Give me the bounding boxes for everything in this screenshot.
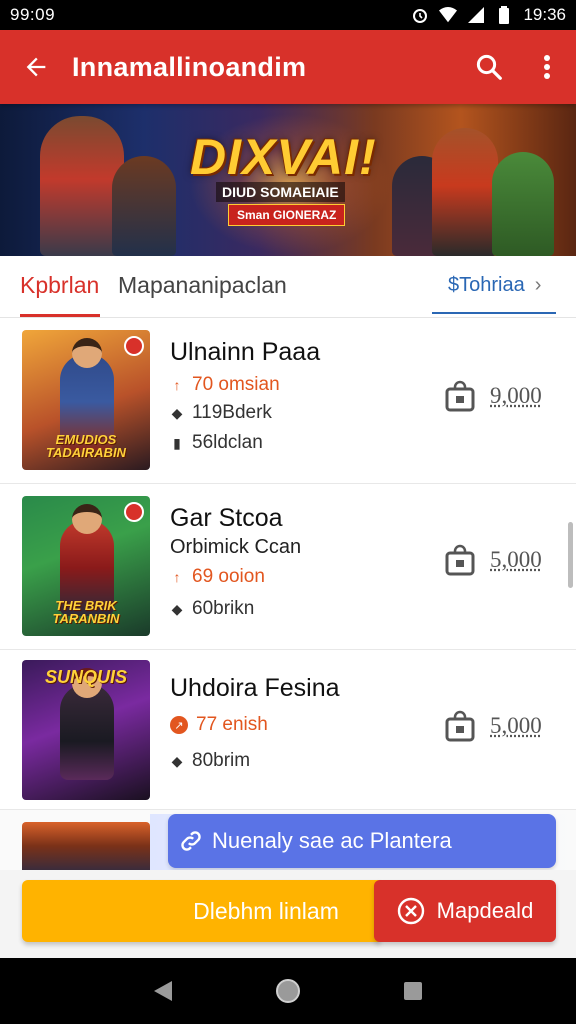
more-vert-icon <box>544 55 550 79</box>
item-meta-text: 80brim <box>192 750 251 771</box>
tab-bar: Kpbrlan Mapananipaclan $Tohriaa › <box>0 256 576 318</box>
system-nav-bar <box>0 958 576 1024</box>
search-button[interactable] <box>460 30 518 104</box>
status-time: 99:09 <box>10 5 56 24</box>
doc-icon: ▮ <box>173 434 181 451</box>
status-clock-right: 19:36 <box>523 5 566 24</box>
back-button[interactable] <box>0 30 72 104</box>
tab-second[interactable]: Mapananipaclan <box>118 272 287 299</box>
item-meta-text: 119Bderk <box>192 402 272 423</box>
list-item[interactable]: THE BRIK TARANBIN Gar Stcoa Orbimick Cca… <box>0 484 576 650</box>
tab-link-label: $Tohriaa <box>448 274 525 296</box>
tab-indicator <box>20 314 100 317</box>
banner-hero-figure <box>432 128 498 256</box>
item-meta: ◆ 60brikn <box>170 598 255 620</box>
nav-home-button[interactable] <box>268 971 308 1011</box>
game-thumbnail: SUNQUIS <box>22 660 150 800</box>
game-thumbnail: THE BRIK TARANBIN <box>22 496 150 636</box>
tab-link[interactable]: $Tohriaa › <box>432 274 556 314</box>
more-menu-button[interactable] <box>518 30 576 104</box>
banner-title: DIXVAI! <box>190 129 377 185</box>
nav-recents-button[interactable] <box>393 971 433 1011</box>
price-block: 5,000 <box>444 710 542 742</box>
bottom-actions: Dlebhm linlam Mapdeald <box>0 870 576 958</box>
flame-icon: ↑ <box>173 377 181 393</box>
item-hot-text: 69 ooion <box>192 566 265 587</box>
item-meta-text: 60brikn <box>192 598 255 619</box>
home-circle-icon <box>275 979 300 1003</box>
item-price: 9,000 <box>490 383 542 408</box>
shopping-bag-icon <box>445 380 475 412</box>
nav-back-button[interactable] <box>143 971 183 1011</box>
item-hot-text: 70 omsian <box>192 374 280 395</box>
app-title: Innamallinoandim <box>72 51 307 82</box>
price-block: 9,000 <box>444 380 542 412</box>
link-icon <box>181 831 201 851</box>
tab-active[interactable]: Kpbrlan <box>20 272 99 299</box>
battery-icon <box>495 6 513 24</box>
alarm-icon <box>411 6 429 24</box>
primary-action-label: Dlebhm linlam <box>193 897 339 924</box>
promo-thumbnail <box>22 822 150 870</box>
item-subtitle: Orbimick Ccan <box>170 536 302 558</box>
secondary-action-label: Mapdeald <box>436 898 534 923</box>
thumbnail-caption: SUNQUIS <box>44 667 127 687</box>
wifi-icon <box>439 6 458 24</box>
banner-badge: Sman GIONERAZ <box>228 204 346 226</box>
signal-icon <box>467 6 485 24</box>
hero-banner[interactable]: DIXVAI! DIUD SOMAEIAIE Sman GIONERAZ <box>0 104 576 256</box>
item-title: Gar Stcoa <box>170 504 283 532</box>
secondary-action-button[interactable]: Mapdeald <box>374 880 556 942</box>
price-block: 5,000 <box>444 544 542 576</box>
item-price: 5,000 <box>490 713 542 738</box>
flame-icon: ↑ <box>173 569 181 585</box>
recents-square-icon <box>404 982 423 1000</box>
tag-icon: ◆ <box>171 752 183 769</box>
search-icon <box>476 54 502 80</box>
status-bar: 99:09 19:36 <box>0 0 576 30</box>
thumbnail-caption: THE BRIK TARANBIN <box>52 597 120 627</box>
item-price: 5,000 <box>490 547 542 572</box>
item-hot-count: ↑ 69 ooion <box>170 566 265 588</box>
cancel-circle-icon <box>397 897 424 925</box>
banner-tag: DIUD SOMAEIAIE <box>216 182 345 202</box>
promo-button[interactable]: Nuenaly sae ac Plantera <box>168 814 556 868</box>
item-title: Uhdoira Fesina <box>170 674 340 702</box>
item-hot-count: ↑ 70 omsian <box>170 374 280 396</box>
banner-hero-figure <box>112 156 176 256</box>
app-bar: Innamallinoandim <box>0 30 576 104</box>
list-item[interactable]: SUNQUIS Uhdoira Fesina ↗ 77 enish ◆ 80br… <box>0 650 576 810</box>
thumbnail-caption: EMUDIOS TADAIRABIN <box>46 431 126 461</box>
screen: 99:09 19:36 Innamallinoandim DIXVAI! DIU… <box>0 0 576 1024</box>
item-hot-text: 77 enish <box>196 714 268 735</box>
tag-icon: ◆ <box>171 404 183 421</box>
banner-hero-figure <box>492 152 554 256</box>
item-meta: ◆ 119Bderk <box>170 402 272 424</box>
primary-action-button[interactable]: Dlebhm linlam <box>22 880 380 942</box>
item-meta-text: 56ldclan <box>192 432 263 453</box>
status-icons: 19:36 <box>411 5 566 25</box>
item-hot-count: ↗ 77 enish <box>170 714 268 736</box>
list-item[interactable]: EMUDIOS TADAIRABIN Ulnainn Paaa ↑ 70 oms… <box>0 318 576 484</box>
shopping-bag-icon <box>445 710 475 742</box>
flame-icon: ↗ <box>170 716 188 734</box>
chevron-right-icon: › <box>534 274 542 296</box>
game-thumbnail: EMUDIOS TADAIRABIN <box>22 330 150 470</box>
item-meta: ▮ 56ldclan <box>170 432 263 454</box>
arrow-left-icon <box>26 57 46 77</box>
scrollbar[interactable] <box>568 522 573 588</box>
tag-icon: ◆ <box>171 600 183 617</box>
promo-label: Nuenaly sae ac Plantera <box>212 828 452 853</box>
shopping-bag-icon <box>445 544 475 576</box>
item-meta: ◆ 80brim <box>170 750 250 772</box>
back-triangle-icon <box>153 981 172 1001</box>
item-title: Ulnainn Paaa <box>170 338 321 366</box>
